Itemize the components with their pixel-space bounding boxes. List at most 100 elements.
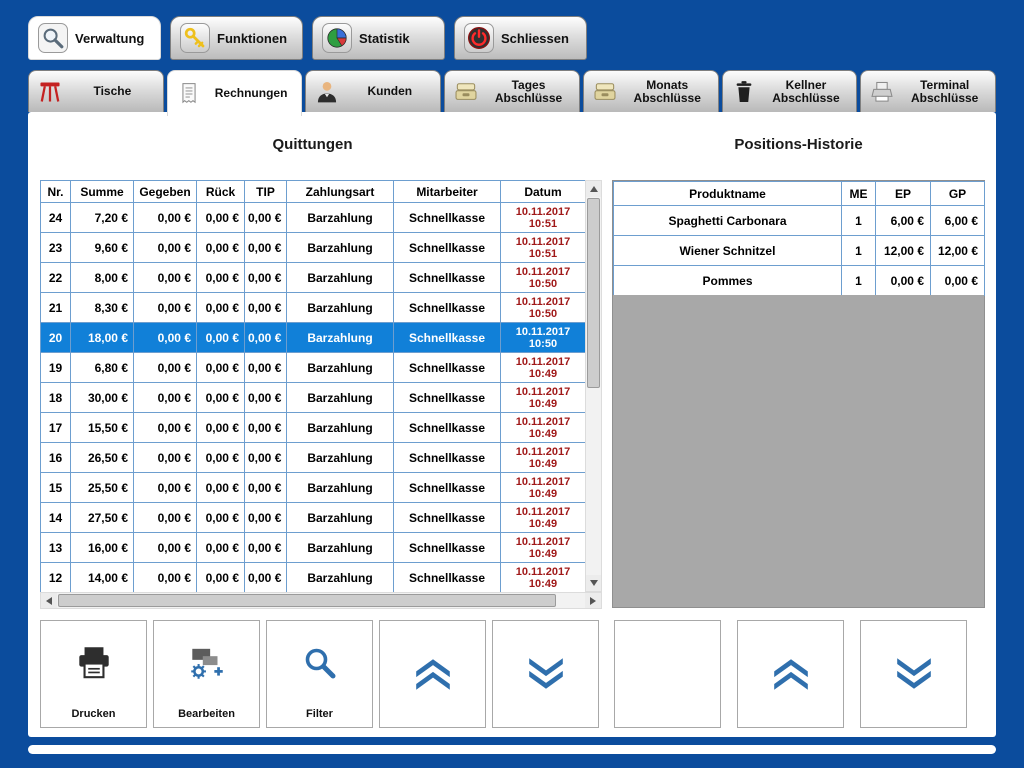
sub-tab-tages-abschluesse[interactable]: TagesAbschlüsse bbox=[444, 70, 580, 112]
column-header-mitarbeiter: Mitarbeiter bbox=[394, 181, 501, 203]
scroll-up-arrow-icon[interactable] bbox=[586, 181, 601, 197]
receipt-row[interactable]: 1525,50 €0,00 €0,00 €0,00 €BarzahlungSch… bbox=[41, 473, 586, 503]
cell-rueck: 0,00 € bbox=[197, 473, 245, 503]
main-tab-schliessen[interactable]: Schliessen bbox=[454, 16, 587, 60]
filter-magnifier-icon bbox=[299, 645, 341, 681]
cell-tip: 0,00 € bbox=[245, 473, 287, 503]
cell-gp: 12,00 € bbox=[931, 236, 985, 266]
column-header-gegeben: Gegeben bbox=[134, 181, 197, 203]
cell-datum: 10.11.201710:51 bbox=[501, 233, 586, 263]
position-row[interactable]: Wiener Schnitzel112,00 €12,00 € bbox=[614, 236, 985, 266]
sub-tab-kellner-abschluesse[interactable]: KellnerAbschlüsse bbox=[722, 70, 858, 112]
receipt-row[interactable]: 1715,50 €0,00 €0,00 €0,00 €BarzahlungSch… bbox=[41, 413, 586, 443]
position-row[interactable]: Pommes10,00 €0,00 € bbox=[614, 266, 985, 296]
cell-rueck: 0,00 € bbox=[197, 293, 245, 323]
cell-datum: 10.11.201710:50 bbox=[501, 323, 586, 353]
scroll-left-arrow-icon[interactable] bbox=[41, 593, 57, 608]
receipts-vertical-scrollbar[interactable] bbox=[585, 180, 602, 592]
cell-gegeben: 0,00 € bbox=[134, 383, 197, 413]
sub-tab-label: Tische bbox=[68, 85, 163, 98]
cell-mitarbeiter: Schnellkasse bbox=[394, 353, 501, 383]
cell-tip: 0,00 € bbox=[245, 563, 287, 593]
main-tab-statistik[interactable]: Statistik bbox=[312, 16, 445, 60]
cash-drawer-icon bbox=[453, 79, 479, 105]
receipt-row[interactable]: 218,30 €0,00 €0,00 €0,00 €BarzahlungSchn… bbox=[41, 293, 586, 323]
receipt-row[interactable]: 239,60 €0,00 €0,00 €0,00 €BarzahlungSchn… bbox=[41, 233, 586, 263]
horizontal-scroll-thumb[interactable] bbox=[58, 594, 556, 607]
receipt-row[interactable]: 1626,50 €0,00 €0,00 €0,00 €BarzahlungSch… bbox=[41, 443, 586, 473]
cell-gegeben: 0,00 € bbox=[134, 293, 197, 323]
cell-gegeben: 0,00 € bbox=[134, 533, 197, 563]
cell-zahlungsart: Barzahlung bbox=[287, 203, 394, 233]
cell-datum: 10.11.201710:49 bbox=[501, 443, 586, 473]
receipt-row[interactable]: 1316,00 €0,00 €0,00 €0,00 €BarzahlungSch… bbox=[41, 533, 586, 563]
cell-tip: 0,00 € bbox=[245, 413, 287, 443]
sub-tab-terminal-abschluesse[interactable]: TerminalAbschlüsse bbox=[860, 70, 996, 112]
column-header-zahlungsart: Zahlungsart bbox=[287, 181, 394, 203]
receipts-title: Quittungen bbox=[40, 136, 585, 153]
column-header-gp: GP bbox=[931, 182, 985, 206]
cell-zahlungsart: Barzahlung bbox=[287, 473, 394, 503]
cell-summe: 18,00 € bbox=[71, 323, 134, 353]
cash-drawer-icon bbox=[592, 79, 618, 105]
cell-gegeben: 0,00 € bbox=[134, 323, 197, 353]
bearbeiten-button[interactable]: Bearbeiten bbox=[153, 620, 260, 728]
main-tab-label: Funktionen bbox=[217, 31, 287, 46]
cell-zahlungsart: Barzahlung bbox=[287, 413, 394, 443]
positions-page-up-button[interactable] bbox=[737, 620, 844, 728]
cell-zahlungsart: Barzahlung bbox=[287, 293, 394, 323]
scroll-right-arrow-icon[interactable] bbox=[585, 593, 601, 608]
cell-zahlungsart: Barzahlung bbox=[287, 383, 394, 413]
customer-icon bbox=[314, 79, 340, 105]
cell-rueck: 0,00 € bbox=[197, 203, 245, 233]
receipt-row[interactable]: 2018,00 €0,00 €0,00 €0,00 €BarzahlungSch… bbox=[41, 323, 586, 353]
receipt-row[interactable]: 247,20 €0,00 €0,00 €0,00 €BarzahlungSchn… bbox=[41, 203, 586, 233]
cell-summe: 8,30 € bbox=[71, 293, 134, 323]
cell-nr: 14 bbox=[41, 503, 71, 533]
filter-button[interactable]: Filter bbox=[266, 620, 373, 728]
cell-mitarbeiter: Schnellkasse bbox=[394, 263, 501, 293]
sub-tab-tische[interactable]: Tische bbox=[28, 70, 164, 112]
sub-tab-label: Rechnungen bbox=[207, 87, 302, 100]
cell-gegeben: 0,00 € bbox=[134, 473, 197, 503]
vertical-scroll-thumb[interactable] bbox=[587, 198, 600, 388]
positions-page-down-button[interactable] bbox=[860, 620, 967, 728]
receipts-table: Nr.SummeGegebenRückTIPZahlungsartMitarbe… bbox=[40, 180, 586, 593]
cell-gp: 0,00 € bbox=[931, 266, 985, 296]
receipts-horizontal-scrollbar[interactable] bbox=[40, 592, 602, 609]
cell-nr: 20 bbox=[41, 323, 71, 353]
cell-rueck: 0,00 € bbox=[197, 563, 245, 593]
sub-tab-kunden[interactable]: Kunden bbox=[305, 70, 441, 112]
main-tab-label: Statistik bbox=[359, 31, 410, 46]
receipt-row[interactable]: 1214,00 €0,00 €0,00 €0,00 €BarzahlungSch… bbox=[41, 563, 586, 593]
receipt-row[interactable]: 228,00 €0,00 €0,00 €0,00 €BarzahlungSchn… bbox=[41, 263, 586, 293]
key-icon bbox=[180, 23, 210, 53]
cell-summe: 16,00 € bbox=[71, 533, 134, 563]
cell-datum: 10.11.201710:49 bbox=[501, 413, 586, 443]
button-label: Filter bbox=[267, 708, 372, 720]
column-header-produktname: Produktname bbox=[614, 182, 842, 206]
main-tab-verwaltung[interactable]: Verwaltung bbox=[28, 16, 161, 60]
column-header-ep: EP bbox=[876, 182, 931, 206]
receipt-row[interactable]: 1427,50 €0,00 €0,00 €0,00 €BarzahlungSch… bbox=[41, 503, 586, 533]
scroll-down-arrow-icon[interactable] bbox=[586, 575, 601, 591]
receipt-row[interactable]: 196,80 €0,00 €0,00 €0,00 €BarzahlungSchn… bbox=[41, 353, 586, 383]
cell-rueck: 0,00 € bbox=[197, 533, 245, 563]
main-tab-funktionen[interactable]: Funktionen bbox=[170, 16, 303, 60]
cell-produktname: Spaghetti Carbonara bbox=[614, 206, 842, 236]
sub-tab-monats-abschluesse[interactable]: MonatsAbschlüsse bbox=[583, 70, 719, 112]
sub-tab-rechnungen[interactable]: Rechnungen bbox=[167, 70, 303, 116]
window-footer bbox=[28, 745, 996, 754]
drucken-button[interactable]: Drucken bbox=[40, 620, 147, 728]
button-label: Bearbeiten bbox=[154, 708, 259, 720]
position-row[interactable]: Spaghetti Carbonara16,00 €6,00 € bbox=[614, 206, 985, 236]
cell-zahlungsart: Barzahlung bbox=[287, 503, 394, 533]
positions-empty-button[interactable] bbox=[614, 620, 721, 728]
cell-gegeben: 0,00 € bbox=[134, 503, 197, 533]
terminal-printer-icon bbox=[869, 79, 895, 105]
receipts-page-up-button[interactable] bbox=[379, 620, 486, 728]
cell-mitarbeiter: Schnellkasse bbox=[394, 503, 501, 533]
cell-produktname: Wiener Schnitzel bbox=[614, 236, 842, 266]
receipts-page-down-button[interactable] bbox=[492, 620, 599, 728]
receipt-row[interactable]: 1830,00 €0,00 €0,00 €0,00 €BarzahlungSch… bbox=[41, 383, 586, 413]
